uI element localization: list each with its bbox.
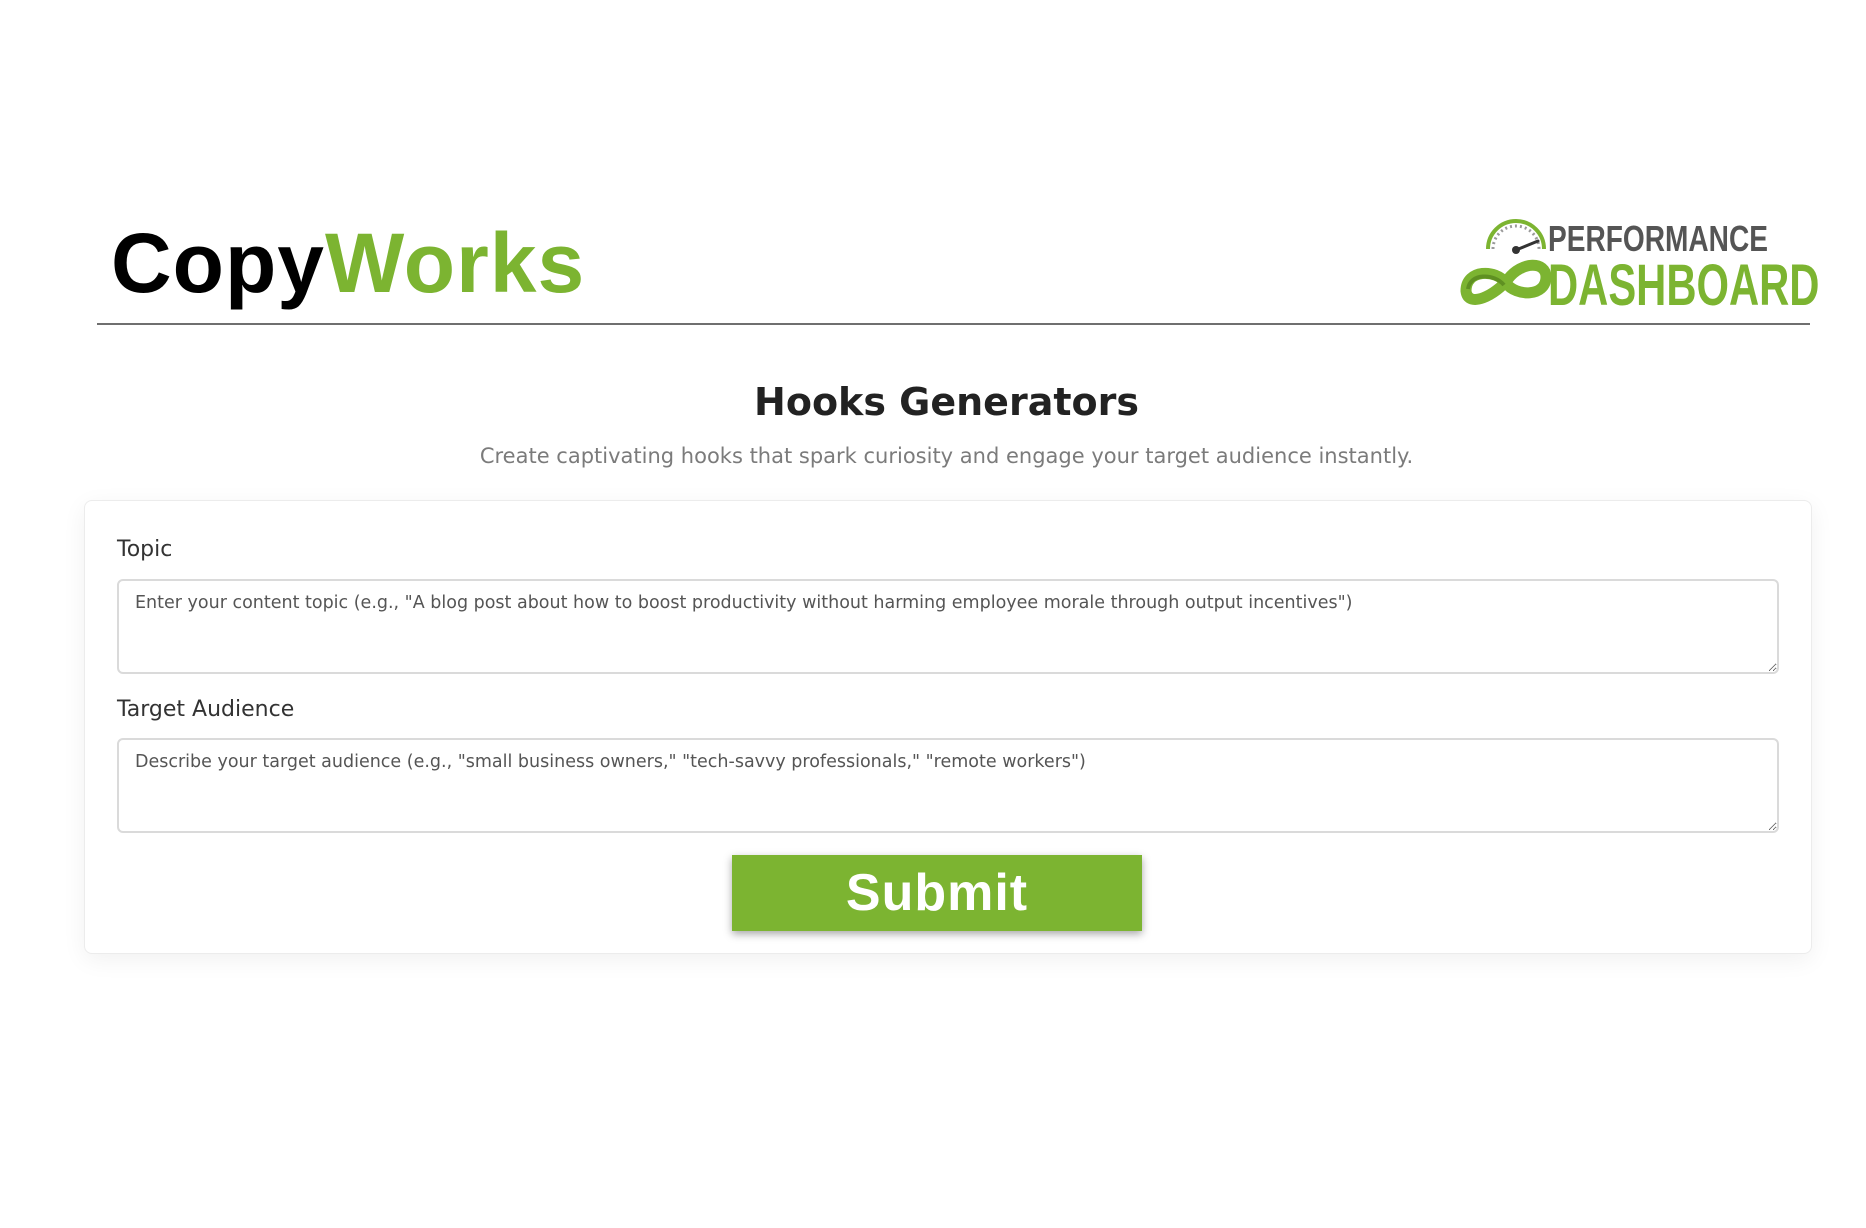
page: CopyWorks PERFORMANCE DASHBOARD Hooks Ge… [0,0,1866,1228]
target-audience-label: Target Audience [117,697,295,722]
topic-input[interactable] [117,579,1779,674]
brand-part-b: Works [325,216,586,310]
performance-dashboard-logo: PERFORMANCE DASHBOARD [1460,218,1819,315]
logo-text-top: PERFORMANCE [1548,218,1768,259]
hook-form-card: Topic Target Audience Submit [84,500,1812,954]
header: CopyWorks PERFORMANCE DASHBOARD [97,205,1819,325]
speedometer-infinity-icon [1460,219,1552,305]
page-title: Hooks Generators [754,380,1139,424]
logo-text-bottom: DASHBOARD [1548,253,1820,318]
brand-wordmark: CopyWorks [111,221,585,305]
topic-label: Topic [117,537,173,562]
submit-button[interactable]: Submit [732,855,1142,931]
target-audience-input[interactable] [117,738,1779,833]
brand-part-a: Copy [111,216,325,310]
page-subtitle: Create captivating hooks that spark curi… [479,444,1414,468]
